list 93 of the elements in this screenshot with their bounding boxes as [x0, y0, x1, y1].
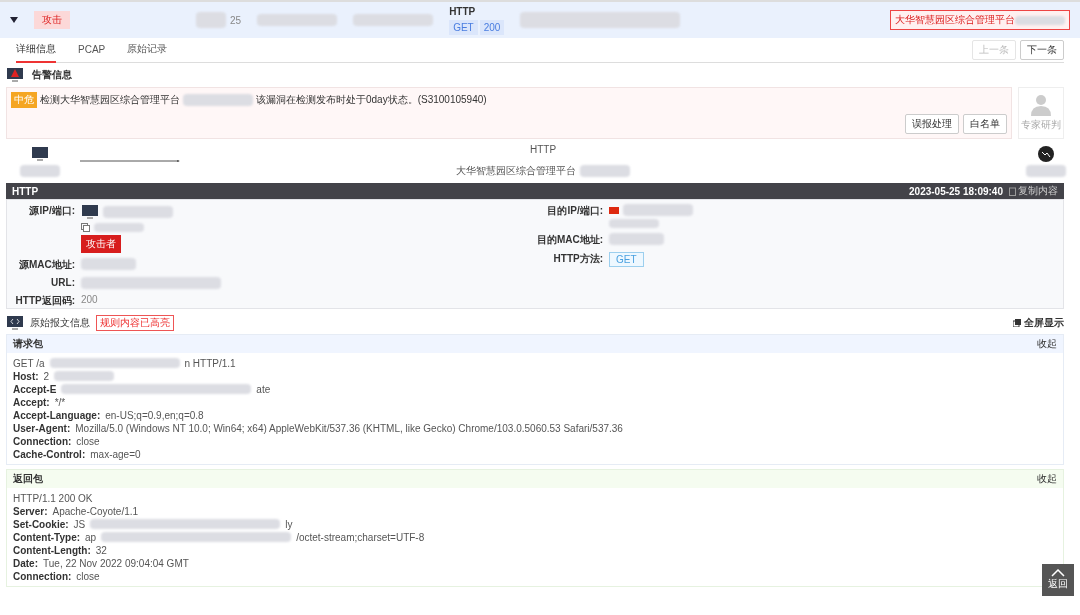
tab[interactable]: 详细信息	[16, 37, 56, 63]
action-button[interactable]: 误报处理	[905, 114, 959, 134]
header-value: 2	[43, 370, 50, 382]
header-value: JS	[73, 518, 86, 530]
field-label: 目的MAC地址:	[535, 233, 603, 247]
collapse-link[interactable]: 收起	[1037, 337, 1057, 351]
header-name: User-Agent:	[13, 422, 71, 434]
attacker-tag: 攻击者	[81, 235, 121, 253]
section-title: HTTP	[12, 185, 39, 197]
method-tag: GET	[609, 252, 644, 267]
protocol-label: HTTP	[449, 5, 477, 17]
request-line: GET /a	[13, 357, 45, 369]
clipboard-icon	[1009, 186, 1016, 196]
computer-icon	[31, 145, 49, 162]
request-line: HTTP/1.1 200 OK	[13, 492, 93, 504]
blurred-area	[580, 165, 630, 177]
computer-icon	[81, 204, 99, 220]
copy-button[interactable]: 复制内容	[1009, 184, 1058, 198]
fullscreen-button[interactable]: 全屏显示	[1013, 316, 1064, 330]
field-label: 源MAC地址:	[17, 258, 75, 272]
blurred-area	[609, 233, 664, 245]
field-label: 源IP/端口:	[28, 204, 75, 218]
blurred-area	[183, 94, 253, 106]
header-value: /octet-stream;charset=UTF-8	[296, 531, 425, 543]
chevron-up-icon	[1051, 569, 1065, 577]
packet-title: 请求包	[13, 337, 43, 351]
blurred-area	[103, 206, 173, 218]
alert-text: 该漏洞在检测发布时处于0day状态。(S3100105940)	[256, 93, 487, 107]
header-name: Server:	[13, 505, 48, 517]
target-tag: 大华智慧园区综合管理平台	[890, 10, 1070, 30]
header-value: ly	[285, 518, 293, 530]
collapse-link[interactable]: 收起	[1037, 472, 1057, 486]
header-name: Accept:	[13, 396, 50, 408]
header-value: en-US;q=0.9,en;q=0.8	[105, 409, 204, 421]
status-tag: 200	[479, 19, 505, 35]
section-title: 告警信息	[32, 68, 72, 82]
header-value: Tue, 22 Nov 2022 09:04:04 GMT	[43, 557, 189, 569]
header-name: Accept-E	[13, 383, 57, 395]
blurred-area	[609, 219, 659, 228]
tab[interactable]: 原始记录	[127, 37, 168, 63]
header-value: ate	[256, 383, 271, 395]
field-label: HTTP方法:	[552, 252, 603, 266]
attack-tag: 攻击	[34, 11, 70, 29]
header-name: Cache-Control:	[13, 448, 86, 460]
header-value: Mozilla/5.0 (Windows NT 10.0; Win64; x64) AppleWebKit/537.36 (KHTML, like Gecko) Chrome/103.0.5060.53 Safari/537.36	[75, 422, 623, 434]
header-value: ap	[85, 531, 97, 543]
packet-title: 返回包	[13, 472, 43, 486]
field-label: HTTP返回码:	[14, 294, 75, 308]
copy-icon	[81, 223, 90, 232]
back-to-top-button[interactable]: 返回	[1042, 564, 1074, 596]
severity-tag: 中危	[11, 92, 37, 108]
blurred-area	[81, 258, 136, 270]
header-name: Accept-Language:	[13, 409, 101, 421]
code-icon	[6, 315, 24, 331]
blurred-area	[196, 12, 226, 28]
header-name: Host:	[13, 370, 39, 382]
header-value: 32	[95, 544, 107, 556]
tab[interactable]: PCAP	[78, 38, 106, 62]
header-name: Date:	[13, 557, 38, 569]
header-name: Connection:	[13, 570, 72, 582]
field-label: URL:	[50, 277, 75, 289]
flow-target: 大华智慧园区综合管理平台	[456, 164, 576, 178]
header-value: max-age=0	[90, 448, 141, 460]
header-name: Content-Type:	[13, 531, 81, 543]
fullscreen-icon	[1013, 319, 1021, 327]
header-name: Connection:	[13, 435, 72, 447]
warning-icon	[6, 67, 24, 83]
flag-icon	[609, 206, 619, 214]
alert-text: 检测大华智慧园区综合管理平台	[40, 93, 180, 107]
header-name: Set-Cookie:	[13, 518, 69, 530]
method-tag: GET	[449, 19, 478, 35]
action-button[interactable]: 白名单	[963, 114, 1007, 134]
blurred-area	[623, 204, 693, 216]
blurred-area	[1026, 164, 1066, 177]
section-title: 原始报文信息	[30, 316, 90, 330]
header-value: close	[76, 570, 100, 582]
blurred-area	[20, 164, 60, 177]
person-icon	[1029, 94, 1053, 116]
timestamp: 2023-05-25 18:09:40	[909, 185, 1003, 197]
request-line: n HTTP/1.1	[184, 357, 236, 369]
header-value: close	[76, 435, 100, 447]
blurred-area	[94, 223, 144, 232]
header-value: */*	[54, 396, 66, 408]
blurred-area	[1015, 15, 1065, 25]
highlight-badge: 规则内容已高亮	[96, 315, 174, 331]
header-value: Apache-Coyote/1.1	[52, 505, 139, 517]
field-value: 200	[81, 294, 98, 307]
header-name: Content-Length:	[13, 544, 91, 556]
flow-protocol: HTTP	[529, 144, 557, 155]
pager-button[interactable]: 下一条	[1020, 40, 1064, 60]
event-text: 25	[230, 14, 242, 26]
field-label: 目的IP/端口:	[546, 204, 603, 218]
caret-icon[interactable]	[10, 17, 18, 23]
